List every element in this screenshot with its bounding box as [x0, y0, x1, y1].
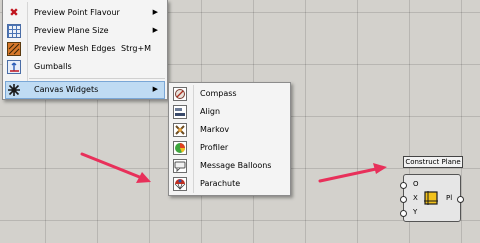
menu-item-canvas-widgets[interactable]: Canvas Widgets ▶ [5, 81, 165, 99]
menu-item-gumballs[interactable]: Gumballs [5, 58, 165, 76]
compass-icon [173, 87, 187, 101]
input-pin-x[interactable] [400, 196, 407, 203]
menu-item-markov[interactable]: Markov [171, 121, 288, 139]
input-label-x: X [413, 194, 418, 202]
menu-item-label: Preview Mesh Edges [34, 44, 116, 53]
input-label-y: Y [413, 208, 418, 216]
menu-separator [29, 78, 165, 79]
annotation-arrow-right [318, 163, 387, 183]
menu-item-preview-point-flavour[interactable]: ✖ Preview Point Flavour ▶ [5, 4, 165, 22]
menu-item-label: Align [200, 107, 221, 116]
menu-item-parachute[interactable]: Parachute [171, 175, 288, 193]
submenu-arrow-icon: ▶ [152, 26, 158, 34]
menu-item-label: Profiler [200, 143, 229, 152]
menu-item-label: Markov [200, 125, 230, 134]
menu-item-compass[interactable]: Compass [171, 85, 288, 103]
menu-item-preview-plane-size[interactable]: Preview Plane Size ▶ [5, 22, 165, 40]
menu-item-label: Message Balloons [200, 161, 272, 170]
profiler-icon [173, 141, 187, 155]
x-icon: ✖ [9, 6, 19, 19]
align-icon [173, 105, 187, 119]
menu-item-label: Canvas Widgets [34, 85, 99, 94]
plane-grid-icon [7, 24, 21, 38]
annotation-arrow-left [80, 152, 151, 183]
context-menu: ✖ Preview Point Flavour ▶ Preview Plane … [2, 0, 168, 100]
input-label-o: O [413, 180, 419, 188]
parachute-icon [173, 177, 187, 191]
input-pin-y[interactable] [400, 210, 407, 217]
menu-item-align[interactable]: Align [171, 103, 288, 121]
menu-item-label: Parachute [200, 179, 241, 188]
menu-item-label: Preview Point Flavour [34, 8, 120, 17]
construct-plane-component[interactable]: O X Y Pl [400, 174, 464, 222]
menu-item-message-balloons[interactable]: Message Balloons [171, 157, 288, 175]
menu-item-label: Compass [200, 89, 237, 98]
output-label-pl: Pl [446, 194, 453, 202]
gumball-icon [7, 60, 21, 74]
plane-icon [424, 191, 438, 205]
input-pin-o[interactable] [400, 182, 407, 189]
menu-item-label: Gumballs [34, 62, 72, 71]
menu-item-label: Preview Plane Size [34, 26, 109, 35]
menu-item-profiler[interactable]: Profiler [171, 139, 288, 157]
canvas-widgets-submenu: Compass Align Markov Profiler Message Ba… [168, 82, 291, 196]
menu-item-shortcut: Strg+M [121, 44, 152, 53]
submenu-arrow-icon: ▶ [152, 8, 158, 16]
menu-item-preview-mesh-edges[interactable]: Preview Mesh Edges Strg+M [5, 40, 165, 58]
widgets-icon [7, 83, 21, 97]
submenu-arrow-icon: ▶ [152, 85, 158, 93]
mesh-edges-icon [7, 42, 21, 56]
output-pin-pl[interactable] [457, 196, 464, 203]
component-tooltip: Construct Plane [403, 156, 463, 168]
message-balloons-icon [173, 159, 187, 173]
markov-icon [173, 123, 187, 137]
